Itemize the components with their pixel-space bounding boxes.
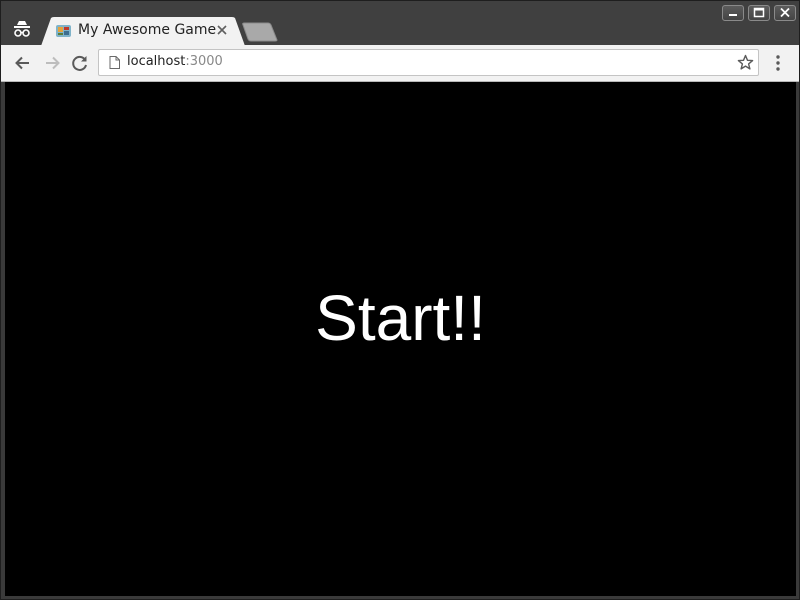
forward-arrow-icon[interactable] — [42, 53, 62, 73]
new-tab-icon[interactable] — [242, 22, 278, 42]
browser-toolbar: localhost:3000 — [1, 45, 799, 82]
page-icon — [109, 56, 120, 69]
star-icon[interactable] — [737, 54, 754, 71]
tab-title: My Awesome Game — [78, 22, 217, 38]
tab-strip: My Awesome Game — [1, 1, 799, 46]
more-vertical-icon[interactable] — [772, 54, 784, 72]
url-port: :3000 — [185, 54, 223, 69]
back-arrow-icon[interactable] — [13, 53, 33, 73]
game-favicon-icon — [56, 25, 71, 37]
maximize-button[interactable] — [748, 5, 770, 21]
tab-my-awesome-game[interactable]: My Awesome Game — [41, 17, 245, 46]
minimize-button[interactable] — [722, 5, 744, 21]
maximize-icon — [753, 7, 765, 18]
minimize-icon — [729, 14, 737, 16]
incognito-icon — [14, 21, 30, 37]
close-icon — [780, 7, 790, 18]
close-icon[interactable] — [215, 23, 229, 37]
url-host: localhost — [127, 54, 186, 69]
browser-window: My Awesome Game localhost:3000 Start!! — [0, 0, 800, 600]
reload-icon[interactable] — [70, 53, 90, 73]
address-bar[interactable]: localhost:3000 — [98, 49, 759, 76]
start-message: Start!! — [315, 282, 486, 354]
game-canvas[interactable]: Start!! — [5, 82, 796, 596]
close-window-button[interactable] — [774, 5, 796, 21]
url-text: localhost:3000 — [127, 54, 223, 69]
